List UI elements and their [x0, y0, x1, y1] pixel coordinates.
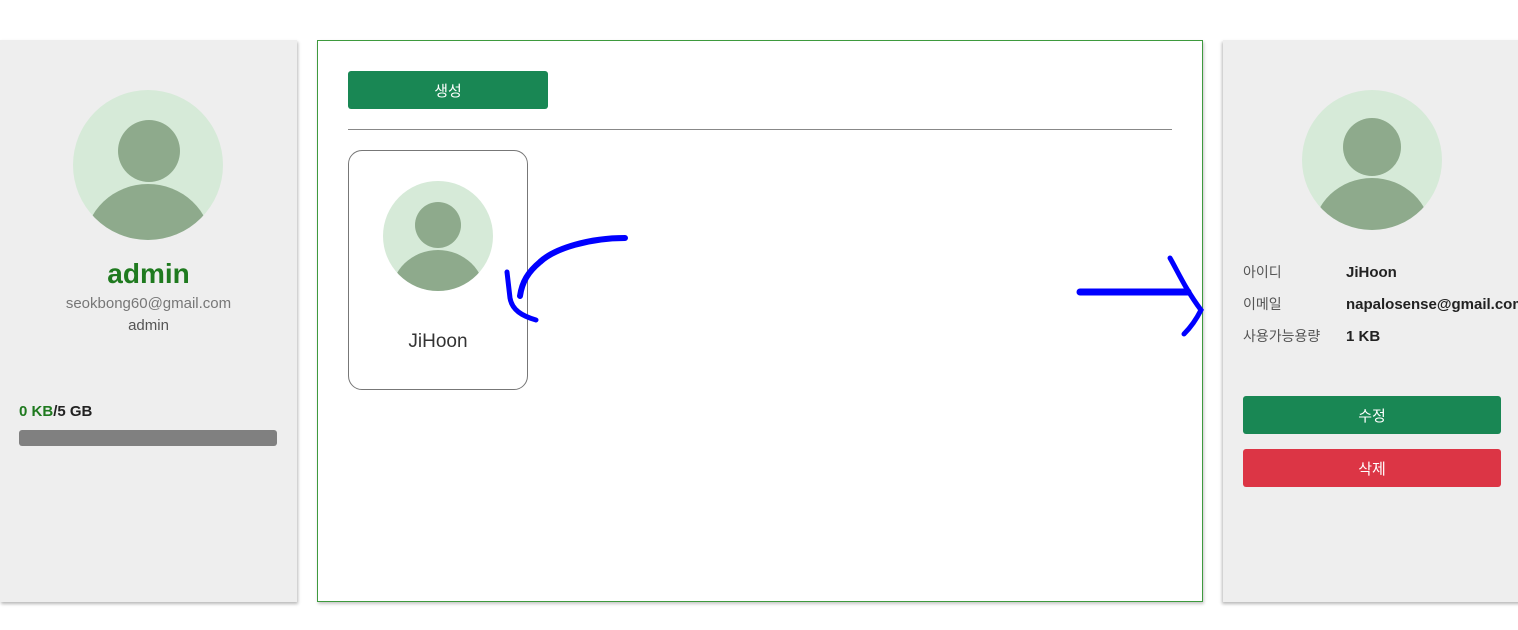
detail-email-value: napalosense@gmail.com [1346, 296, 1518, 313]
profile-role: admin [128, 317, 169, 334]
detail-usage-value: 1 KB [1346, 328, 1381, 345]
storage-usage-text: 0 KB/5 GB [19, 403, 92, 420]
profile-name: admin [107, 258, 190, 289]
detail-row-usage: 사용가능용량 1 KB [1243, 326, 1380, 346]
user-avatar-icon [73, 90, 223, 240]
detail-id-label: 아이디 [1243, 265, 1282, 281]
user-avatar-icon [1302, 90, 1442, 230]
profile-panel: admin seokbong60@gmail.com admin 0 KB/5 … [0, 40, 297, 602]
detail-id-value: JiHoon [1346, 264, 1397, 281]
storage-used: 0 KB [19, 403, 54, 420]
divider [348, 129, 1172, 130]
detail-email-label: 이메일 [1243, 297, 1282, 313]
storage-total: /5 GB [53, 403, 93, 420]
app-stage: admin seokbong60@gmail.com admin 0 KB/5 … [0, 0, 1518, 630]
user-detail-panel: 아이디 JiHoon 이메일 napalosense@gmail.com 사용가능용… [1223, 40, 1518, 602]
create-button[interactable]: 생성 [348, 71, 548, 109]
user-list-panel: 생성 JiHoon [317, 40, 1203, 602]
edit-button[interactable]: 수정 [1243, 396, 1501, 434]
user-card-name: JiHoon [408, 331, 468, 352]
detail-row-email: 이메일 napalosense@gmail.com [1243, 294, 1518, 314]
profile-email: seokbong60@gmail.com [65, 295, 232, 312]
detail-usage-label: 사용가능용량 [1243, 329, 1321, 345]
delete-button[interactable]: 삭제 [1243, 449, 1501, 487]
user-avatar-icon [383, 181, 493, 291]
storage-progress-bar [19, 430, 277, 446]
user-card[interactable]: JiHoon [348, 150, 528, 390]
detail-row-id: 아이디 JiHoon [1243, 262, 1397, 282]
